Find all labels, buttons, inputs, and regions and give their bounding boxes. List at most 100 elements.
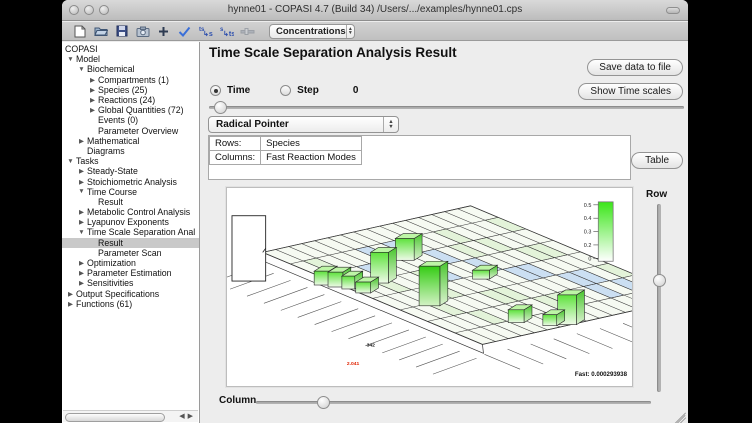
convert-to-ts-icon[interactable]: s↳ts (219, 24, 234, 38)
tree-item-time-scale-separation-anal[interactable]: ▼Time Scale Separation Anal (62, 227, 199, 237)
svg-text:2.041: 2.041 (347, 361, 360, 367)
disclosure-right-icon[interactable]: ▶ (76, 218, 87, 226)
step-value: 0 (353, 85, 359, 96)
row-slider-track[interactable] (657, 204, 661, 392)
tree-item-label: Time Course (87, 187, 137, 197)
tree-item-tasks[interactable]: ▼Tasks (62, 156, 199, 166)
column-slider-track[interactable] (256, 401, 651, 404)
tree-item-stoichiometric-analysis[interactable]: ▶Stoichiometric Analysis (62, 176, 199, 186)
svg-text:0.3: 0.3 (584, 230, 592, 236)
disclosure-right-icon[interactable]: ▶ (76, 208, 87, 216)
matrix-info-panel: Rows: Species Columns: Fast Reaction Mod… (208, 135, 631, 180)
svg-text:0.5: 0.5 (584, 203, 592, 209)
disclosure-down-icon[interactable]: ▼ (65, 158, 76, 165)
tree-item-time-course[interactable]: ▼Time Course (62, 187, 199, 197)
concentrations-dropdown[interactable]: Concentrations ▲▼ (269, 24, 355, 39)
toolbar-toggle-button[interactable] (666, 7, 680, 14)
tree-item-label: Result (98, 197, 123, 207)
tree-item-optimization[interactable]: ▶Optimization (62, 258, 199, 268)
tree-item-species-25-[interactable]: ▶Species (25) (62, 85, 199, 95)
disclosure-right-icon[interactable]: ▶ (76, 137, 87, 145)
tree-item-global-quantities-72-[interactable]: ▶Global Quantities (72) (62, 105, 199, 115)
step-radio[interactable] (280, 85, 291, 96)
disclosure-down-icon[interactable]: ▼ (76, 188, 87, 195)
tree-item-parameter-scan[interactable]: Parameter Scan (62, 248, 199, 258)
disclosure-right-icon[interactable]: ▶ (76, 259, 87, 267)
capture-icon[interactable] (135, 24, 150, 38)
tree-item-output-specifications[interactable]: ▶Output Specifications (62, 289, 199, 299)
pointer-dropdown-stepper-icon: ▲▼ (383, 117, 398, 132)
table-button[interactable]: Table (631, 152, 683, 169)
disclosure-right-icon[interactable]: ▶ (87, 76, 98, 84)
disclosure-down-icon[interactable]: ▼ (76, 66, 87, 73)
tree-item-label: Species (25) (98, 85, 147, 95)
tree-item-lyapunov-exponents[interactable]: ▶Lyapunov Exponents (62, 217, 199, 227)
tree-item-label: Sensitivities (87, 278, 133, 288)
navigation-sidebar: COPASI▼Model▼Biochemical▶Compartments (1… (62, 42, 200, 423)
tree-item-label: Optimization (87, 258, 136, 268)
time-slider-track[interactable] (209, 106, 684, 109)
add-icon[interactable] (156, 24, 171, 38)
new-file-icon[interactable] (72, 24, 87, 38)
tree-item-parameter-estimation[interactable]: ▶Parameter Estimation (62, 268, 199, 278)
disclosure-right-icon[interactable]: ▶ (65, 300, 76, 308)
row-slider-label: Row (646, 189, 667, 200)
tree-item-reactions-24-[interactable]: ▶Reactions (24) (62, 95, 199, 105)
save-data-button[interactable]: Save data to file (587, 59, 683, 76)
time-slider-handle[interactable] (214, 101, 227, 114)
svg-text:0.4: 0.4 (584, 216, 592, 222)
tree-item-label: Steady-State (87, 166, 138, 176)
convert-to-s-icon[interactable]: ts↳s (198, 24, 213, 38)
disclosure-right-icon[interactable]: ▶ (76, 269, 87, 277)
step-radio-label: Step (297, 85, 319, 96)
pointer-dropdown[interactable]: Radical Pointer ▲▼ (208, 116, 399, 133)
tree-item-result[interactable]: Result (62, 238, 199, 248)
svg-text:342: 342 (367, 342, 375, 348)
disclosure-right-icon[interactable]: ▶ (76, 178, 87, 186)
tree-item-functions-61-[interactable]: ▶Functions (61) (62, 299, 199, 309)
tree-item-model[interactable]: ▼Model (62, 54, 199, 64)
scrollbar-thumb[interactable] (65, 413, 165, 422)
sidebar-horizontal-scrollbar[interactable]: ◀▶ (63, 410, 198, 422)
disclosure-down-icon[interactable]: ▼ (76, 229, 87, 236)
disclosure-right-icon[interactable]: ▶ (65, 290, 76, 298)
disclosure-down-icon[interactable]: ▼ (65, 56, 76, 63)
title-bar[interactable]: hynne01 - COPASI 4.7 (Build 34) /Users/.… (62, 0, 688, 21)
tree-item-label: Events (0) (98, 115, 138, 125)
tree-item-copasi[interactable]: COPASI (62, 44, 199, 54)
column-slider-handle[interactable] (317, 396, 330, 409)
tree-item-steady-state[interactable]: ▶Steady-State (62, 166, 199, 176)
tree-item-result[interactable]: Result (62, 197, 199, 207)
tree-item-label: Reactions (24) (98, 95, 155, 105)
resize-grip[interactable] (674, 409, 687, 422)
tree-item-events-0-[interactable]: Events (0) (62, 115, 199, 125)
3d-bar-chart[interactable]: 0.50.40.30.203422.041Fast: 0.000293938 (226, 187, 633, 387)
tree-item-sensitivities[interactable]: ▶Sensitivities (62, 278, 199, 288)
disclosure-right-icon[interactable]: ▶ (87, 106, 98, 114)
tree-item-diagrams[interactable]: Diagrams (62, 146, 199, 156)
svg-text:Fast: 0.000293938: Fast: 0.000293938 (575, 371, 628, 378)
tree-item-mathematical[interactable]: ▶Mathematical (62, 136, 199, 146)
open-icon[interactable] (93, 24, 108, 38)
tree-item-parameter-overview[interactable]: Parameter Overview (62, 126, 199, 136)
disclosure-right-icon[interactable]: ▶ (76, 167, 87, 175)
svg-text:↳s: ↳s (203, 30, 213, 37)
disclosure-right-icon[interactable]: ▶ (76, 279, 87, 287)
tree-item-label: Time Scale Separation Anal (87, 227, 195, 237)
color-legend: 0.50.40.30.20 (584, 202, 613, 262)
scrollbar-arrows-icon[interactable]: ◀▶ (179, 412, 196, 420)
tree-item-metabolic-control-analysis[interactable]: ▶Metabolic Control Analysis (62, 207, 199, 217)
tree-item-compartments-1-[interactable]: ▶Compartments (1) (62, 75, 199, 85)
save-icon[interactable] (114, 24, 129, 38)
tree-item-label: Parameter Overview (98, 126, 178, 136)
row-slider-handle[interactable] (653, 274, 666, 287)
dropdown-stepper-icon: ▲▼ (346, 25, 354, 38)
tree-item-biochemical[interactable]: ▼Biochemical (62, 64, 199, 74)
check-icon[interactable] (177, 24, 192, 38)
column-slider-label: Column (219, 395, 256, 406)
tree-item-label: COPASI (65, 44, 98, 54)
time-radio[interactable] (210, 85, 221, 96)
disclosure-right-icon[interactable]: ▶ (87, 86, 98, 94)
show-time-scales-button[interactable]: Show Time scales (578, 83, 683, 100)
disclosure-right-icon[interactable]: ▶ (87, 96, 98, 104)
